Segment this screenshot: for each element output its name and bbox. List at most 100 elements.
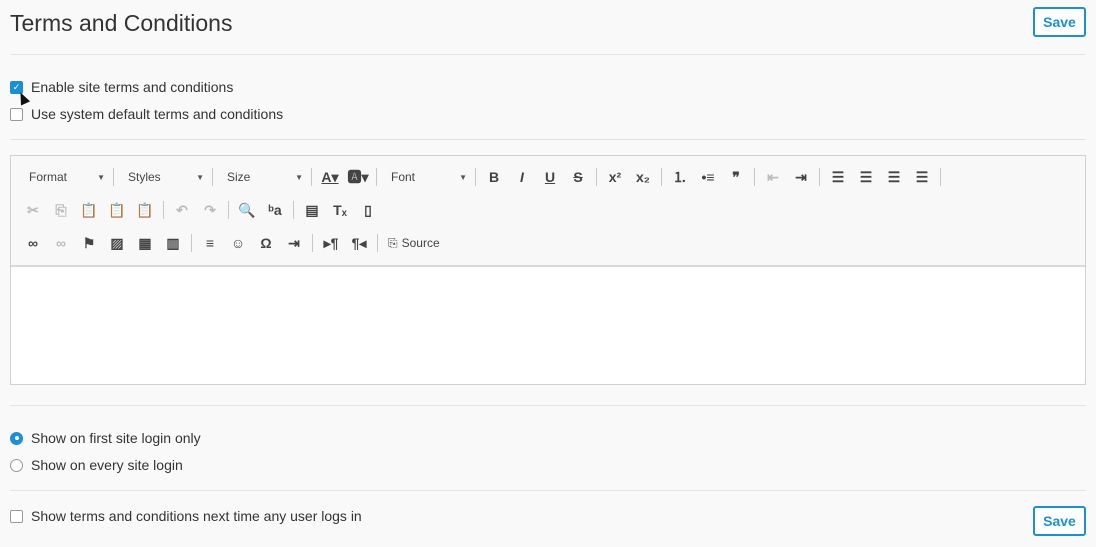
align-center-icon: ☰	[887, 168, 901, 185]
justify-button[interactable]: ☰	[908, 165, 936, 189]
align-right-button[interactable]: ☰	[852, 165, 880, 189]
find-icon: 🔍	[238, 201, 256, 218]
radio-icon[interactable]	[10, 458, 23, 472]
blockquote-button[interactable]: ❞	[722, 165, 750, 189]
page-break-icon: ⇥	[288, 234, 300, 251]
anchor-button[interactable]: ⚑	[75, 231, 103, 255]
link-button[interactable]: ∞	[19, 231, 47, 255]
paste-button[interactable]: 📋	[75, 198, 103, 222]
redo-button[interactable]: ↷	[196, 198, 224, 222]
source-button[interactable]: ⎘ Source	[382, 231, 446, 255]
align-left-button[interactable]: ☰	[824, 165, 852, 189]
text-color-button[interactable]: A▾	[316, 165, 344, 189]
align-right-icon: ☰	[859, 168, 873, 185]
paste-text-button[interactable]: 📋	[103, 198, 131, 222]
numbered-list-button[interactable]: ⒈	[666, 165, 694, 189]
subscript-icon: x₂	[635, 169, 650, 185]
editor-content-area[interactable]	[11, 267, 1085, 384]
bulleted-list-icon: •≡	[701, 169, 715, 185]
strikethrough-icon: S	[573, 169, 583, 185]
smiley-button[interactable]: ☺	[224, 231, 252, 255]
chevron-down-icon: ▼	[196, 172, 204, 182]
combo-styles[interactable]: Styles ▼	[118, 166, 208, 188]
page-title: Terms and Conditions	[10, 10, 233, 36]
toolbar-separator	[819, 168, 820, 186]
enable-terms-checkbox[interactable]: ✓ Enable site terms and conditions	[10, 79, 233, 95]
chevron-down-icon: ▼	[295, 172, 303, 182]
toolbar-separator	[163, 201, 164, 219]
copy-button[interactable]: ⎘	[47, 198, 75, 222]
underline-button[interactable]: U	[536, 165, 564, 189]
toolbar-separator	[754, 168, 755, 186]
subscript-button[interactable]: x₂	[629, 165, 657, 189]
divider	[10, 54, 1086, 55]
bulleted-list-button[interactable]: •≡	[694, 165, 722, 189]
paste-word-button[interactable]: 📋	[131, 198, 159, 222]
create-div-icon: ▯	[364, 201, 372, 218]
special-char-button[interactable]: Ω	[252, 231, 280, 255]
toolbar-separator	[661, 168, 662, 186]
bold-button[interactable]: B	[480, 165, 508, 189]
bold-icon: B	[488, 169, 500, 185]
video-button[interactable]: ▥	[159, 231, 187, 255]
source-icon: ⎘	[388, 235, 398, 250]
undo-button[interactable]: ↶	[168, 198, 196, 222]
image-button[interactable]: ▨	[103, 231, 131, 255]
system-default-checkbox[interactable]: Use system default terms and conditions	[10, 106, 283, 122]
first-login-radio[interactable]: Show on first site login only	[10, 430, 201, 446]
page-break-button[interactable]: ⇥	[280, 231, 308, 255]
combo-format[interactable]: Format ▼	[19, 166, 109, 188]
toolbar-separator	[311, 168, 312, 186]
next-time-checkbox[interactable]: Show terms and conditions next time any …	[10, 508, 362, 524]
align-left-icon: ☰	[831, 168, 845, 185]
every-login-radio[interactable]: Show on every site login	[10, 457, 183, 473]
outdent-button[interactable]: ⇤	[759, 165, 787, 189]
combo-size[interactable]: Size ▼	[217, 166, 307, 188]
special-char-icon: Ω	[260, 235, 272, 251]
horizontal-line-button[interactable]: ≡	[196, 231, 224, 255]
chevron-down-icon: ▼	[97, 172, 105, 182]
indent-button[interactable]: ⇥	[787, 165, 815, 189]
save-button-top[interactable]: Save	[1033, 7, 1086, 37]
outdent-icon: ⇤	[767, 168, 779, 185]
italic-icon: I	[520, 169, 524, 185]
create-div-button[interactable]: ▯	[354, 198, 382, 222]
toolbar-separator	[596, 168, 597, 186]
remove-format-button[interactable]: Tₓ	[326, 198, 354, 222]
save-button-bottom[interactable]: Save	[1033, 506, 1086, 536]
background-color-icon: 🅰▾	[347, 169, 369, 185]
combo-label: Size	[227, 170, 251, 184]
system-default-label: Use system default terms and conditions	[31, 106, 284, 122]
select-all-button[interactable]: ▤	[298, 198, 326, 222]
table-button[interactable]: ▦	[131, 231, 159, 255]
table-icon: ▦	[138, 234, 152, 251]
unlink-button[interactable]: ∞	[47, 231, 75, 255]
paste-text-icon: 📋	[108, 201, 126, 218]
checkbox-icon[interactable]	[10, 509, 23, 523]
find-button[interactable]: 🔍	[233, 198, 261, 222]
every-login-label: Show on every site login	[31, 457, 183, 473]
toolbar-separator	[377, 234, 378, 252]
text-color-icon: A▾	[321, 168, 339, 185]
background-color-button[interactable]: 🅰▾	[344, 165, 372, 189]
ltr-button[interactable]: ▸¶	[317, 231, 345, 255]
ltr-icon: ▸¶	[323, 234, 339, 251]
rtl-button[interactable]: ¶◂	[345, 231, 373, 255]
cut-button[interactable]: ✂	[19, 198, 47, 222]
numbered-list-icon: ⒈	[673, 169, 687, 185]
horizontal-line-icon: ≡	[205, 235, 215, 251]
replace-icon: ᵇa	[268, 202, 282, 218]
superscript-button[interactable]: x²	[601, 165, 629, 189]
align-center-button[interactable]: ☰	[880, 165, 908, 189]
blockquote-icon: ❞	[732, 168, 740, 185]
replace-button[interactable]: ᵇa	[261, 198, 289, 222]
first-login-label: Show on first site login only	[31, 430, 201, 446]
checkbox-icon[interactable]	[10, 107, 23, 121]
strikethrough-button[interactable]: S	[564, 165, 592, 189]
select-all-icon: ▤	[305, 201, 319, 218]
toolbar-row-1: Format ▼ Styles ▼ Size ▼ A▾ 🅰▾ Font ▼ B I U Sx² x₂ ⒈ •≡ ❞…	[19, 164, 945, 190]
combo-font[interactable]: Font ▼	[381, 166, 471, 188]
radio-selected-icon[interactable]	[10, 431, 23, 445]
italic-button[interactable]: I	[508, 165, 536, 189]
indent-icon: ⇥	[795, 168, 807, 185]
